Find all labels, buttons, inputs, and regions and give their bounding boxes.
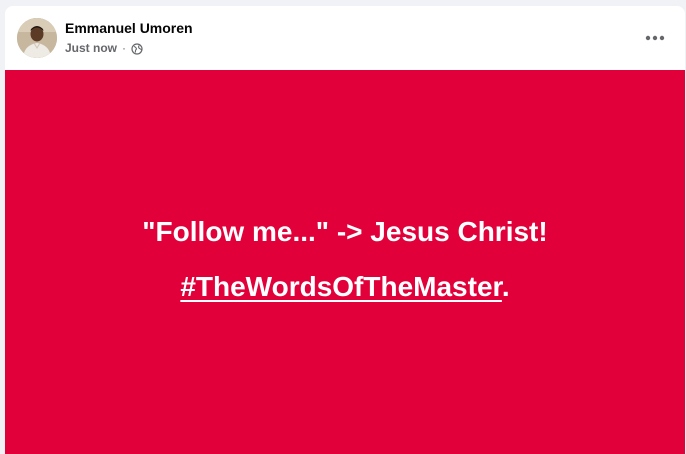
post-meta: Just now · <box>65 40 143 55</box>
more-options-icon <box>645 35 665 41</box>
hashtag-link[interactable]: #TheWordsOfTheMaster <box>180 271 502 302</box>
post-timestamp[interactable]: Just now <box>65 41 117 55</box>
hashtag-suffix: . <box>501 271 510 302</box>
post-text-line: "Follow me..." -> Jesus Christ! <box>142 216 548 247</box>
feed-post: Emmanuel Umoren Just now · "Follow me...… <box>5 6 685 454</box>
meta-separator: · <box>122 40 127 55</box>
author-avatar[interactable] <box>17 18 57 58</box>
avatar-image <box>17 18 57 58</box>
post-text-background: "Follow me..." -> Jesus Christ! #TheWord… <box>5 70 685 454</box>
post-header: Emmanuel Umoren Just now · <box>5 6 685 70</box>
more-options-button[interactable] <box>641 24 669 52</box>
author-name[interactable]: Emmanuel Umoren <box>65 20 193 36</box>
post-hashtag-line: #TheWordsOfTheMaster. <box>5 270 685 304</box>
globe-icon[interactable] <box>131 43 143 55</box>
